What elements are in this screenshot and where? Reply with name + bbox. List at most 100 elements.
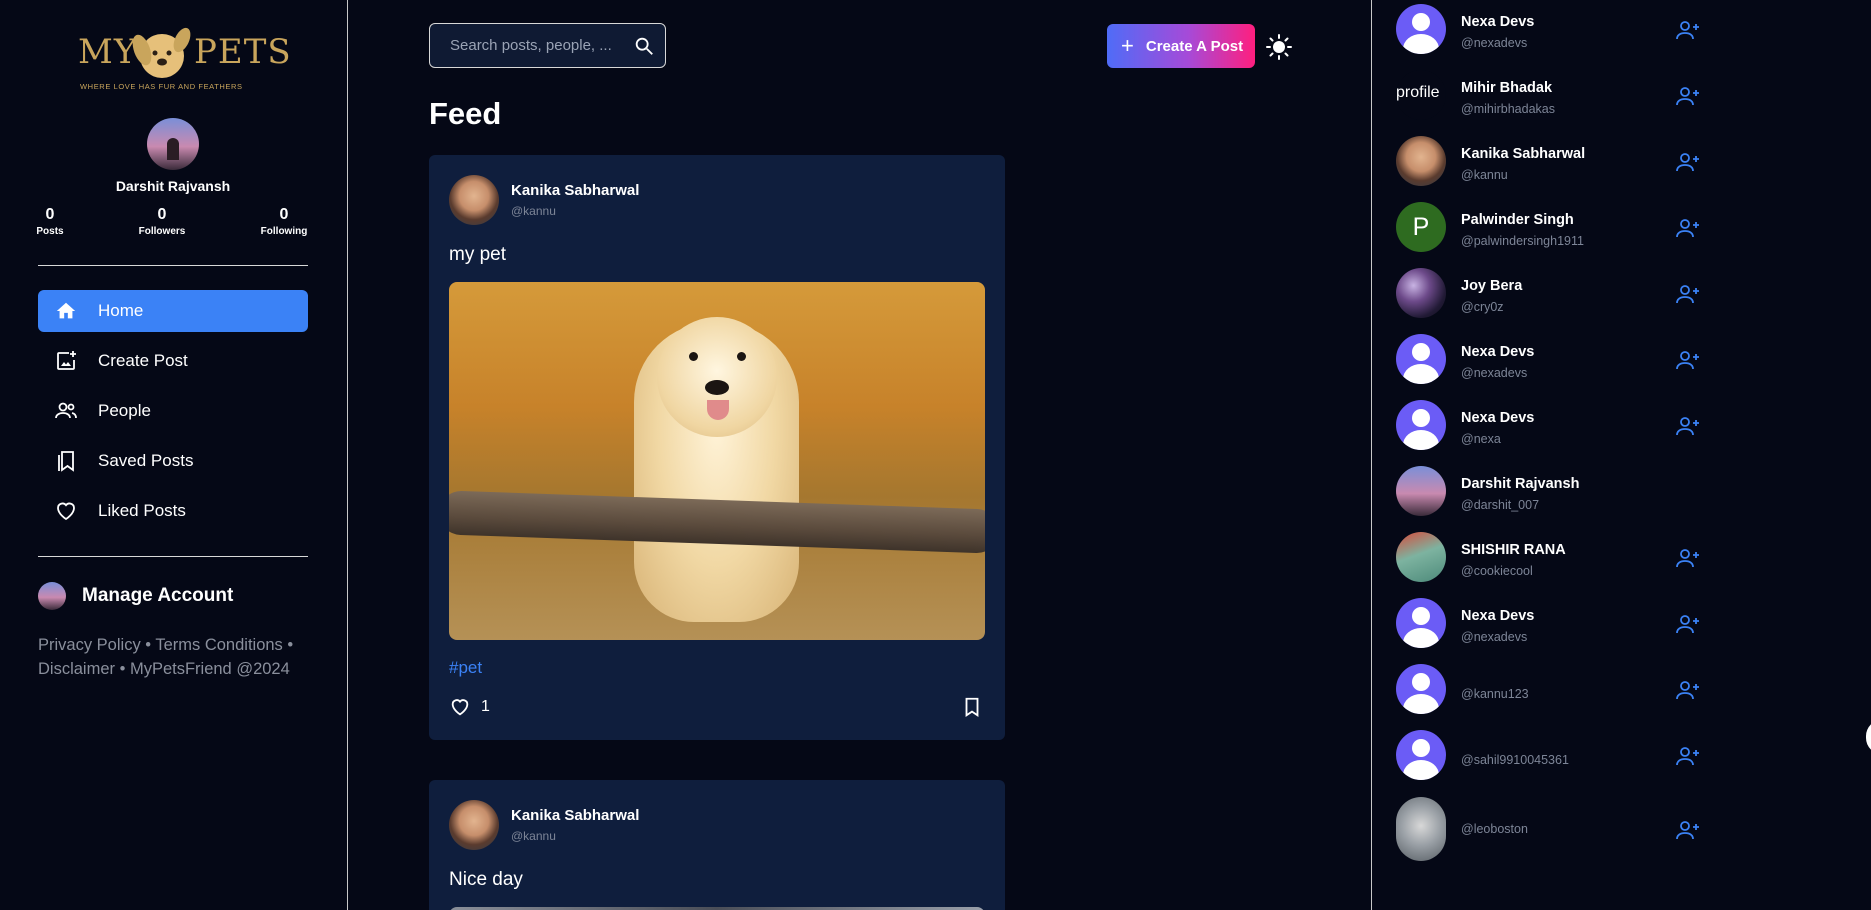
search-bar: [429, 23, 666, 68]
stat-followers[interactable]: 0 Followers: [122, 206, 202, 237]
post-hashtag[interactable]: #pet: [449, 658, 482, 678]
bookmarks-icon: [54, 449, 78, 473]
user-avatar: [1396, 532, 1446, 582]
user-row[interactable]: Nexa Devs @nexadevs: [1396, 334, 1699, 394]
user-handle: @leoboston: [1461, 822, 1528, 836]
stat-value: 0: [157, 206, 167, 223]
user-avatar: [1396, 797, 1446, 861]
logo-text-left: MY: [78, 32, 138, 72]
nav-label: Saved Posts: [98, 451, 194, 470]
dog-eye-shape: [737, 352, 746, 361]
user-row[interactable]: Nexa Devs @nexadevs: [1396, 4, 1699, 64]
stat-value: 0: [279, 206, 289, 223]
add-user-icon[interactable]: [1676, 20, 1700, 40]
author-name[interactable]: Kanika Sabharwal: [511, 182, 639, 199]
like-count: 1: [481, 698, 490, 715]
search-input[interactable]: [450, 37, 620, 54]
add-user-icon[interactable]: [1676, 680, 1700, 700]
add-user-icon[interactable]: [1676, 614, 1700, 634]
post-image[interactable]: [449, 282, 985, 640]
nav-item-liked-posts[interactable]: Liked Posts: [38, 490, 308, 532]
user-handle: @cry0z: [1461, 300, 1504, 314]
user-row[interactable]: P Palwinder Singh @palwindersingh1911: [1396, 202, 1699, 262]
user-handle: @nexa: [1461, 432, 1501, 446]
suggestions-panel: Nexa Devs @nexadevs profile Mihir Bhadak…: [1371, 0, 1871, 910]
user-handle: @mihirbhadakas: [1461, 102, 1555, 116]
add-user-icon[interactable]: [1676, 284, 1700, 304]
add-user-icon[interactable]: [1676, 416, 1700, 436]
user-handle: @sahil9910045361: [1461, 753, 1569, 767]
dog-nose-shape: [705, 380, 729, 395]
user-name: Palwinder Singh: [1461, 212, 1574, 228]
stat-posts: 0 Posts: [10, 206, 90, 237]
add-user-icon[interactable]: [1676, 152, 1700, 172]
user-row[interactable]: @kannu123: [1396, 664, 1699, 724]
author-avatar[interactable]: [449, 175, 499, 225]
manage-account-label: Manage Account: [82, 585, 234, 606]
plus-icon: +: [1121, 33, 1134, 58]
dog-eye-shape: [689, 352, 698, 361]
nav-label: Liked Posts: [98, 501, 186, 520]
user-handle: @cookiecool: [1461, 564, 1533, 578]
footer-links[interactable]: Privacy Policy • Terms Conditions • Disc…: [38, 633, 318, 681]
stat-following[interactable]: 0 Following: [244, 206, 324, 237]
stat-label: Posts: [36, 226, 64, 237]
add-user-icon[interactable]: [1676, 350, 1700, 370]
feed-title: Feed: [429, 96, 502, 131]
sun-icon[interactable]: [1266, 34, 1292, 60]
user-row[interactable]: SHISHIR RANA @cookiecool: [1396, 532, 1699, 592]
user-row[interactable]: Joy Bera @cry0z: [1396, 268, 1699, 328]
user-avatar: [1396, 136, 1446, 186]
user-handle: @nexadevs: [1461, 630, 1528, 644]
user-handle: @palwindersingh1911: [1461, 234, 1584, 248]
bookmark-icon[interactable]: [961, 696, 983, 718]
nav-item-saved-posts[interactable]: Saved Posts: [38, 440, 308, 482]
post-text: my pet: [449, 244, 507, 265]
nav-item-create-post[interactable]: Create Post: [38, 340, 308, 382]
user-avatar: [1396, 466, 1446, 516]
like-button[interactable]: 1: [449, 696, 490, 718]
add-photo-icon: [54, 349, 78, 373]
add-user-icon[interactable]: [1676, 746, 1700, 766]
manage-account-button[interactable]: Manage Account: [38, 582, 233, 610]
author-avatar[interactable]: [449, 800, 499, 850]
user-avatar: [1396, 664, 1446, 714]
search-icon[interactable]: [633, 35, 655, 57]
heart-icon: [54, 499, 78, 523]
user-row[interactable]: Nexa Devs @nexadevs: [1396, 598, 1699, 658]
post-text: Nice day: [449, 869, 523, 890]
user-row[interactable]: @leoboston: [1396, 797, 1699, 863]
create-post-button[interactable]: + Create A Post: [1107, 24, 1255, 68]
author-name[interactable]: Kanika Sabharwal: [511, 807, 639, 824]
user-avatar: [1396, 400, 1446, 450]
user-avatar: [1396, 4, 1446, 54]
add-user-icon[interactable]: [1676, 218, 1700, 238]
divider: [38, 556, 308, 557]
user-handle: @darshit_007: [1461, 498, 1540, 512]
profile-avatar[interactable]: [147, 118, 199, 170]
stat-label: Followers: [138, 226, 186, 237]
manage-account-avatar: [38, 582, 66, 610]
stat-value: 0: [45, 206, 55, 223]
add-user-icon[interactable]: [1676, 548, 1700, 568]
dog-logo-icon: [132, 27, 191, 78]
user-avatar: profile: [1396, 70, 1446, 120]
user-row[interactable]: Kanika Sabharwal @kannu: [1396, 136, 1699, 196]
user-name: Mihir Bhadak: [1461, 80, 1553, 96]
user-row[interactable]: Darshit Rajvansh @darshit_007: [1396, 466, 1696, 526]
user-row[interactable]: profile Mihir Bhadak @mihirbhadakas: [1396, 70, 1699, 130]
nav-item-home[interactable]: Home: [38, 290, 308, 332]
user-name: Nexa Devs: [1461, 410, 1535, 426]
user-name: Darshit Rajvansh: [1461, 476, 1580, 492]
app-logo[interactable]: MY PETS WHERE LOVE HAS FUR AND FEATHERS: [78, 22, 291, 94]
avatar-alt-text: profile: [1396, 84, 1440, 101]
user-name: Kanika Sabharwal: [1461, 146, 1586, 162]
user-avatar: P: [1396, 202, 1446, 252]
home-icon: [54, 299, 78, 323]
nav-item-people[interactable]: People: [38, 390, 308, 432]
divider: [38, 265, 308, 266]
add-user-icon[interactable]: [1676, 86, 1700, 106]
add-user-icon[interactable]: [1676, 820, 1700, 840]
user-row[interactable]: @sahil9910045361: [1396, 730, 1699, 790]
user-row[interactable]: Nexa Devs @nexa: [1396, 400, 1699, 460]
